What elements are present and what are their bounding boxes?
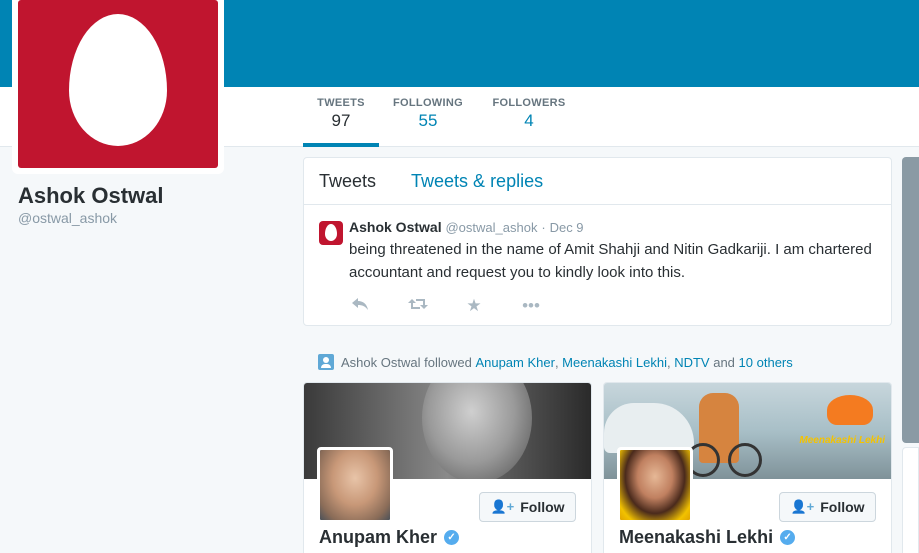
lotus-logo-icon bbox=[827, 395, 873, 425]
stat-following[interactable]: FOLLOWING 55 bbox=[390, 97, 466, 147]
user-name: Meenakashi Lekhi bbox=[619, 527, 774, 547]
stat-followers[interactable]: FOLLOWERS 4 bbox=[488, 97, 570, 147]
add-user-icon: 👤+ bbox=[790, 499, 815, 514]
followed-activity: Ashok Ostwal followed Anupam Kher, Meena… bbox=[318, 354, 793, 370]
follow-button-label: Follow bbox=[820, 499, 865, 515]
timeline-card: Tweets Tweets & replies Ashok Ostwal @os… bbox=[303, 157, 892, 326]
follow-button[interactable]: 👤+ Follow bbox=[779, 492, 876, 522]
avatar[interactable] bbox=[617, 447, 693, 523]
user-card-name[interactable]: Meenakashi Lekhi ✓ bbox=[619, 527, 796, 548]
activity-link-others[interactable]: 10 others bbox=[739, 355, 793, 370]
add-user-icon: 👤+ bbox=[490, 499, 515, 514]
avatar[interactable] bbox=[317, 447, 393, 523]
stat-following-label: FOLLOWING bbox=[393, 97, 463, 109]
tweet[interactable]: Ashok Ostwal @ostwal_ashok · Dec 9 being… bbox=[304, 205, 891, 316]
stat-tweets[interactable]: TWEETS 97 bbox=[303, 97, 379, 147]
banner-wheel bbox=[728, 443, 762, 477]
activity-verb: followed bbox=[424, 354, 472, 370]
tweet-actions: ★ ••• bbox=[349, 296, 876, 316]
activity-link-meenakashi-lekhi[interactable]: Meenakashi Lekhi bbox=[562, 355, 667, 370]
tab-tweets-and-replies[interactable]: Tweets & replies bbox=[411, 171, 543, 192]
profile-handle[interactable]: @ostwal_ashok bbox=[18, 210, 117, 226]
follow-button[interactable]: 👤+ Follow bbox=[479, 492, 576, 522]
stat-followers-label: FOLLOWERS bbox=[492, 97, 566, 109]
person-icon bbox=[318, 354, 334, 370]
egg-icon bbox=[69, 14, 167, 146]
sidebar-module-partial bbox=[902, 447, 919, 553]
tab-tweets[interactable]: Tweets bbox=[319, 171, 376, 192]
profile-name[interactable]: Ashok Ostwal bbox=[18, 183, 163, 209]
activity-actor: Ashok Ostwal bbox=[341, 354, 421, 370]
tweet-date[interactable]: Dec 9 bbox=[550, 220, 584, 235]
more-icon[interactable]: ••• bbox=[522, 296, 540, 316]
user-card-anupam-kher[interactable]: 👤+ Follow Anupam Kher ✓ bbox=[303, 382, 592, 553]
retweet-icon[interactable] bbox=[408, 296, 428, 316]
timeline-tabs: Tweets Tweets & replies bbox=[304, 158, 891, 205]
user-card-name[interactable]: Anupam Kher ✓ bbox=[319, 527, 460, 548]
stat-following-value: 55 bbox=[418, 111, 438, 130]
profile-avatar[interactable] bbox=[12, 0, 224, 174]
activity-link-ndtv[interactable]: NDTV bbox=[674, 355, 709, 370]
tweet-header: Ashok Ostwal @ostwal_ashok · Dec 9 bbox=[349, 219, 876, 235]
tweet-text: being threatened in the name of Amit Sha… bbox=[349, 241, 872, 281]
user-card-meenakashi-lekhi[interactable]: Meenakashi Lekhi 👤+ Follow Meenakashi Le… bbox=[603, 382, 892, 553]
follow-button-label: Follow bbox=[520, 499, 565, 515]
stat-tweets-value: 97 bbox=[331, 111, 351, 130]
verified-badge-icon: ✓ bbox=[444, 530, 460, 545]
banner-car bbox=[604, 403, 694, 453]
tweet-author-name[interactable]: Ashok Ostwal bbox=[349, 219, 442, 235]
tweet-separator: · bbox=[541, 220, 546, 235]
reply-icon[interactable] bbox=[351, 296, 369, 316]
favorite-icon[interactable]: ★ bbox=[465, 296, 483, 316]
activity-link-anupam-kher[interactable]: Anupam Kher bbox=[475, 355, 555, 370]
activity-and: and bbox=[713, 354, 735, 370]
verified-badge-icon: ✓ bbox=[780, 530, 796, 545]
sidebar-module-partial bbox=[902, 157, 919, 443]
tweet-avatar[interactable] bbox=[319, 221, 343, 245]
banner-portrait bbox=[422, 383, 532, 479]
tweet-author-handle[interactable]: @ostwal_ashok bbox=[445, 220, 537, 235]
banner-brand-text: Meenakashi Lekhi bbox=[799, 435, 885, 446]
stat-followers-value: 4 bbox=[524, 111, 534, 130]
default-egg-avatar bbox=[18, 0, 218, 168]
user-name: Anupam Kher bbox=[319, 527, 438, 547]
stat-tweets-label: TWEETS bbox=[317, 97, 365, 109]
